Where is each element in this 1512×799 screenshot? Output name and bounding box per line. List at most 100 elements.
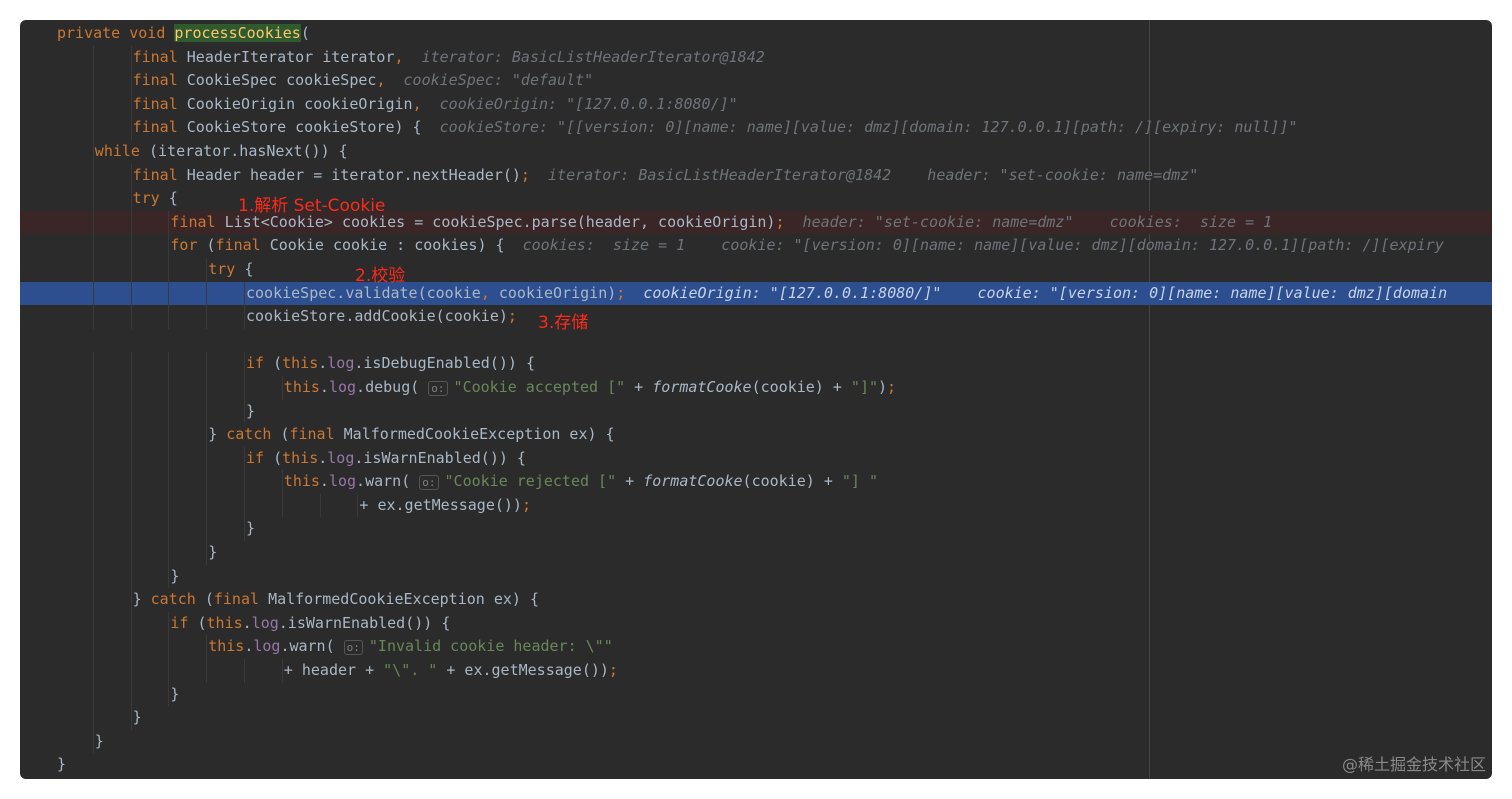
indent-guide bbox=[168, 564, 170, 589]
code-line-content: while (iterator.hasNext()) { bbox=[95, 140, 348, 164]
code-token: log bbox=[251, 613, 279, 632]
code-token: ; bbox=[775, 212, 785, 231]
code-line[interactable]: + header + "\". " + ex.getMessage()); bbox=[20, 659, 1492, 683]
code-token: } bbox=[170, 684, 180, 703]
code-token: (iterator.hasNext()) { bbox=[148, 141, 348, 160]
code-line-content: } catch (final MalformedCookieException … bbox=[208, 423, 614, 447]
code-line[interactable]: if (this.log.isWarnEnabled()) { bbox=[20, 446, 1492, 471]
indent-guide bbox=[92, 493, 94, 518]
code-area[interactable]: private void processCookies(final Header… bbox=[20, 22, 1492, 777]
indent-guide bbox=[206, 399, 208, 424]
code-token: { bbox=[244, 259, 254, 278]
code-line[interactable]: if (this.log.isWarnEnabled()) { bbox=[20, 611, 1492, 636]
code-line[interactable]: final HeaderIterator iterator, iterator:… bbox=[20, 45, 1492, 70]
code-token: this bbox=[283, 377, 320, 396]
code-line[interactable]: this.log.warn( o: "Invalid cookie header:… bbox=[20, 635, 1492, 660]
code-line[interactable]: } bbox=[20, 706, 1492, 730]
code-line[interactable]: if (this.log.isDebugEnabled()) { bbox=[20, 352, 1492, 376]
code-line-current[interactable]: cookieSpec.validate(cookie, cookieOrigin… bbox=[20, 281, 1492, 306]
code-token: final bbox=[132, 94, 187, 113]
indent-guide bbox=[206, 423, 208, 447]
indent-guide bbox=[244, 659, 245, 683]
code-line[interactable]: while (iterator.hasNext()) { bbox=[20, 139, 1492, 164]
indent-guide bbox=[92, 281, 94, 306]
indent-guide bbox=[130, 45, 132, 70]
indent-guide bbox=[130, 493, 132, 518]
code-token: "Invalid cookie header: \"" bbox=[368, 637, 613, 656]
code-line[interactable]: cookieStore.addCookie(cookie); bbox=[20, 305, 1492, 329]
code-token: this bbox=[282, 448, 319, 467]
indent-guide bbox=[130, 281, 132, 306]
code-line[interactable]: } bbox=[20, 517, 1492, 542]
code-token: final bbox=[132, 47, 187, 66]
indent-guide bbox=[92, 541, 94, 565]
indent-guide bbox=[92, 375, 94, 400]
code-line[interactable]: } bbox=[20, 729, 1492, 754]
indent-guide bbox=[130, 116, 132, 140]
code-line[interactable]: } bbox=[20, 399, 1492, 424]
code-token: catch bbox=[150, 590, 205, 609]
indent-guide bbox=[206, 352, 208, 376]
code-token: ; bbox=[521, 495, 531, 514]
code-token: + ex.getMessage()) bbox=[359, 495, 522, 514]
indent-guide bbox=[130, 659, 132, 683]
code-token: , bbox=[412, 94, 422, 113]
indent-guide bbox=[130, 470, 132, 494]
indent-guide bbox=[206, 541, 208, 565]
code-token: try bbox=[208, 259, 245, 278]
indent-guide bbox=[92, 305, 94, 329]
indent-guide bbox=[168, 517, 170, 542]
indent-guide bbox=[92, 116, 94, 140]
code-line[interactable]: final CookieOrigin cookieOrigin, cookieO… bbox=[20, 92, 1492, 117]
indent-guide bbox=[168, 257, 170, 282]
code-line[interactable]: + ex.getMessage()); bbox=[20, 493, 1492, 518]
code-line-content: } bbox=[170, 565, 179, 589]
indent-guide bbox=[281, 493, 283, 518]
code-token: } bbox=[132, 590, 151, 609]
code-line[interactable] bbox=[20, 329, 1492, 353]
code-line[interactable]: } bbox=[20, 682, 1492, 707]
indent-guide bbox=[244, 305, 245, 329]
code-line[interactable]: } bbox=[20, 753, 1492, 777]
annotation-validate: 2.校验 bbox=[355, 266, 406, 286]
indent-guide bbox=[92, 352, 94, 376]
indent-guide bbox=[319, 493, 321, 518]
indent-guide bbox=[168, 305, 170, 329]
code-token: "Cookie accepted [" bbox=[453, 377, 626, 396]
code-line[interactable]: for (final Cookie cookie : cookies) { co… bbox=[20, 234, 1492, 258]
indent-guide bbox=[92, 564, 94, 589]
code-token: log bbox=[253, 637, 281, 656]
code-line[interactable]: this.log.debug( o: "Cookie accepted [" + … bbox=[20, 375, 1492, 400]
code-line[interactable]: private void processCookies( bbox=[20, 22, 1492, 46]
code-line[interactable]: } catch (final MalformedCookieException … bbox=[20, 588, 1492, 612]
code-token: .isWarnEnabled()) { bbox=[278, 613, 451, 632]
code-line[interactable]: } bbox=[20, 564, 1492, 589]
indent-guide bbox=[168, 470, 170, 494]
code-line[interactable]: this.log.warn( o: "Cookie rejected [" + f… bbox=[20, 470, 1492, 494]
code-token: + header + bbox=[283, 661, 384, 680]
code-line[interactable]: final CookieSpec cookieSpec, cookieSpec:… bbox=[20, 69, 1492, 93]
code-token: } bbox=[94, 731, 104, 750]
code-editor-window: private void processCookies(final Header… bbox=[20, 20, 1492, 779]
code-token: } bbox=[132, 708, 142, 727]
code-token: ( bbox=[197, 613, 207, 632]
code-line[interactable]: } bbox=[20, 541, 1492, 565]
code-line[interactable]: } catch (final MalformedCookieException … bbox=[20, 423, 1492, 447]
code-token: catch bbox=[226, 425, 281, 444]
code-token: .debug( bbox=[356, 377, 429, 396]
code-line-content: final CookieStore cookieStore) { cookieS… bbox=[133, 116, 1298, 140]
code-line[interactable]: final Header header = iterator.nextHeade… bbox=[20, 163, 1492, 188]
indent-guide bbox=[281, 659, 283, 683]
indent-guide bbox=[130, 564, 132, 589]
code-token: "Cookie rejected [" bbox=[444, 472, 617, 491]
code-line[interactable]: final CookieStore cookieStore) { cookieS… bbox=[20, 116, 1492, 140]
inline-debug-hint: cookieSpec: "default" bbox=[385, 71, 594, 90]
code-line-content: final Header header = iterator.nextHeade… bbox=[133, 164, 1199, 188]
code-token: final bbox=[132, 118, 187, 137]
code-token: } bbox=[170, 566, 180, 585]
indent-guide bbox=[168, 541, 170, 565]
code-token: for bbox=[170, 236, 207, 255]
code-line[interactable]: try { bbox=[20, 257, 1492, 282]
indent-guide bbox=[244, 281, 245, 306]
indent-guide bbox=[130, 92, 132, 117]
